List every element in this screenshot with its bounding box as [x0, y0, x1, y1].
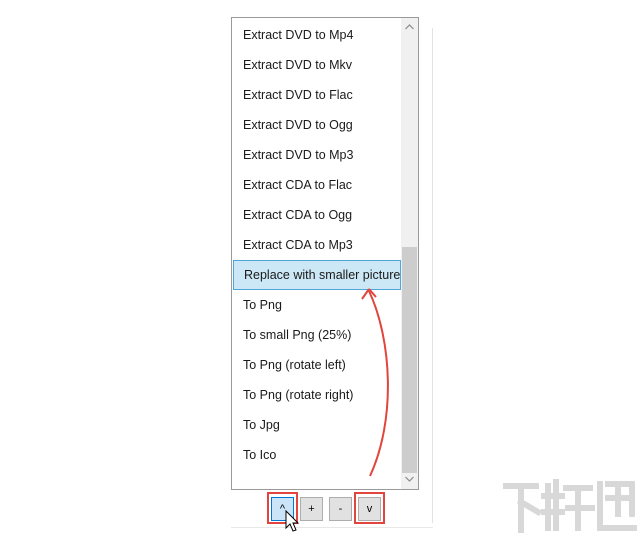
list-item[interactable]: Extract DVD to Ogg	[232, 110, 401, 140]
watermark-logo	[503, 479, 637, 533]
list-item[interactable]: Extract DVD to Mp3	[232, 140, 401, 170]
list-item[interactable]: To Jpg	[232, 410, 401, 440]
list-item[interactable]: To Png (rotate left)	[232, 350, 401, 380]
list-item[interactable]: Extract DVD to Mkv	[232, 50, 401, 80]
list-item[interactable]: To Png (rotate right)	[232, 380, 401, 410]
move-down-button[interactable]: v	[358, 497, 381, 521]
move-up-button[interactable]: ^	[271, 497, 294, 521]
chevron-down-icon	[405, 476, 414, 482]
list-item[interactable]: To Ico	[232, 440, 401, 470]
list-item[interactable]: Extract DVD to Flac	[232, 80, 401, 110]
list-item[interactable]: Extract CDA to Flac	[232, 170, 401, 200]
scroll-up-icon[interactable]	[401, 19, 418, 36]
remove-button[interactable]: -	[329, 497, 352, 521]
list-item[interactable]: To small Png (25%)	[232, 320, 401, 350]
list-item[interactable]: Extract DVD to Mp4	[232, 20, 401, 50]
vertical-scrollbar[interactable]	[401, 18, 418, 489]
list-item-selected[interactable]: Replace with smaller picture	[233, 260, 401, 290]
preset-items: Extract DVD to Mp4 Extract DVD to Mkv Ex…	[232, 20, 401, 470]
scroll-thumb[interactable]	[402, 247, 417, 473]
chevron-up-icon	[405, 24, 414, 30]
preset-list[interactable]: Extract DVD to Mp4 Extract DVD to Mkv Ex…	[231, 17, 419, 490]
panel-divider	[432, 28, 433, 523]
add-button[interactable]: +	[300, 497, 323, 521]
list-item[interactable]: Extract CDA to Mp3	[232, 230, 401, 260]
list-item[interactable]: To Png	[232, 290, 401, 320]
list-item[interactable]: Extract CDA to Ogg	[232, 200, 401, 230]
bottom-divider	[231, 527, 433, 528]
scroll-down-icon[interactable]	[401, 471, 418, 488]
